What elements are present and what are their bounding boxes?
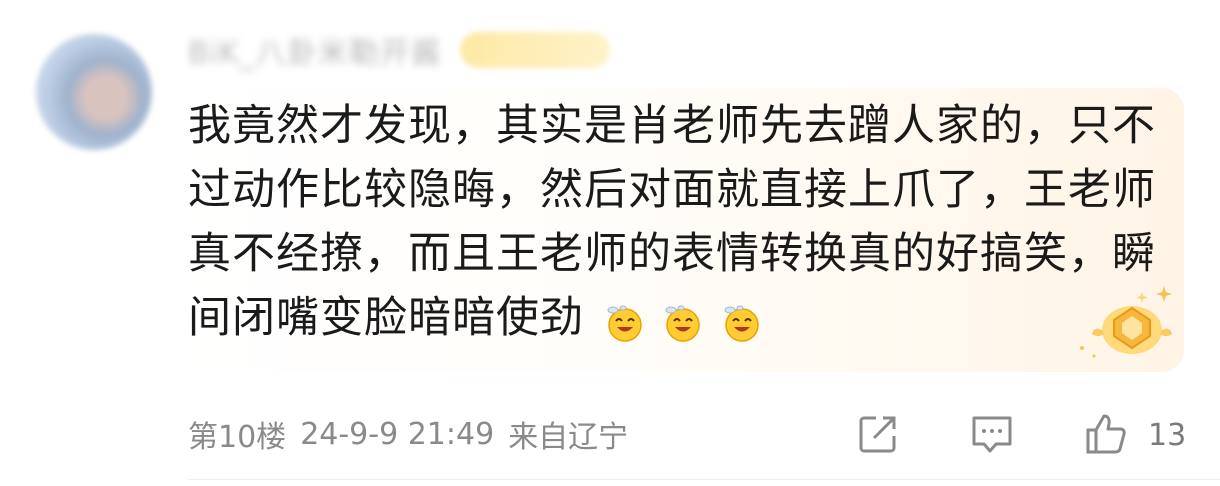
emoji-group: [605, 289, 766, 353]
vip-badge-icon: [1080, 286, 1172, 358]
thumbs-up-icon[interactable]: [1084, 412, 1128, 456]
sweat-grin-emoji: [607, 305, 642, 342]
divider: [188, 479, 1220, 480]
comment-body: 我竟然才发现，其实是肖老师先去蹭人家的，只不过动作比较隐晦，然后对面就直接上爪了…: [188, 94, 1168, 353]
comment-bubble: 我竟然才发现，其实是肖老师先去蹭人家的，只不过动作比较隐晦，然后对面就直接上爪了…: [170, 88, 1184, 372]
user-avatar[interactable]: [36, 34, 152, 150]
sweat-grin-emoji: [724, 305, 759, 342]
share-icon[interactable]: [856, 412, 900, 456]
username[interactable]: BiK_八卦米勒开酱: [188, 28, 442, 72]
user-header: BiK_八卦米勒开酱: [188, 28, 610, 72]
sweat-grin-emoji: [665, 305, 701, 342]
action-bar: 13: [0, 404, 1220, 464]
user-level-badge: [459, 32, 610, 68]
comment-icon[interactable]: [970, 412, 1014, 456]
like-count: 13: [1148, 418, 1187, 453]
